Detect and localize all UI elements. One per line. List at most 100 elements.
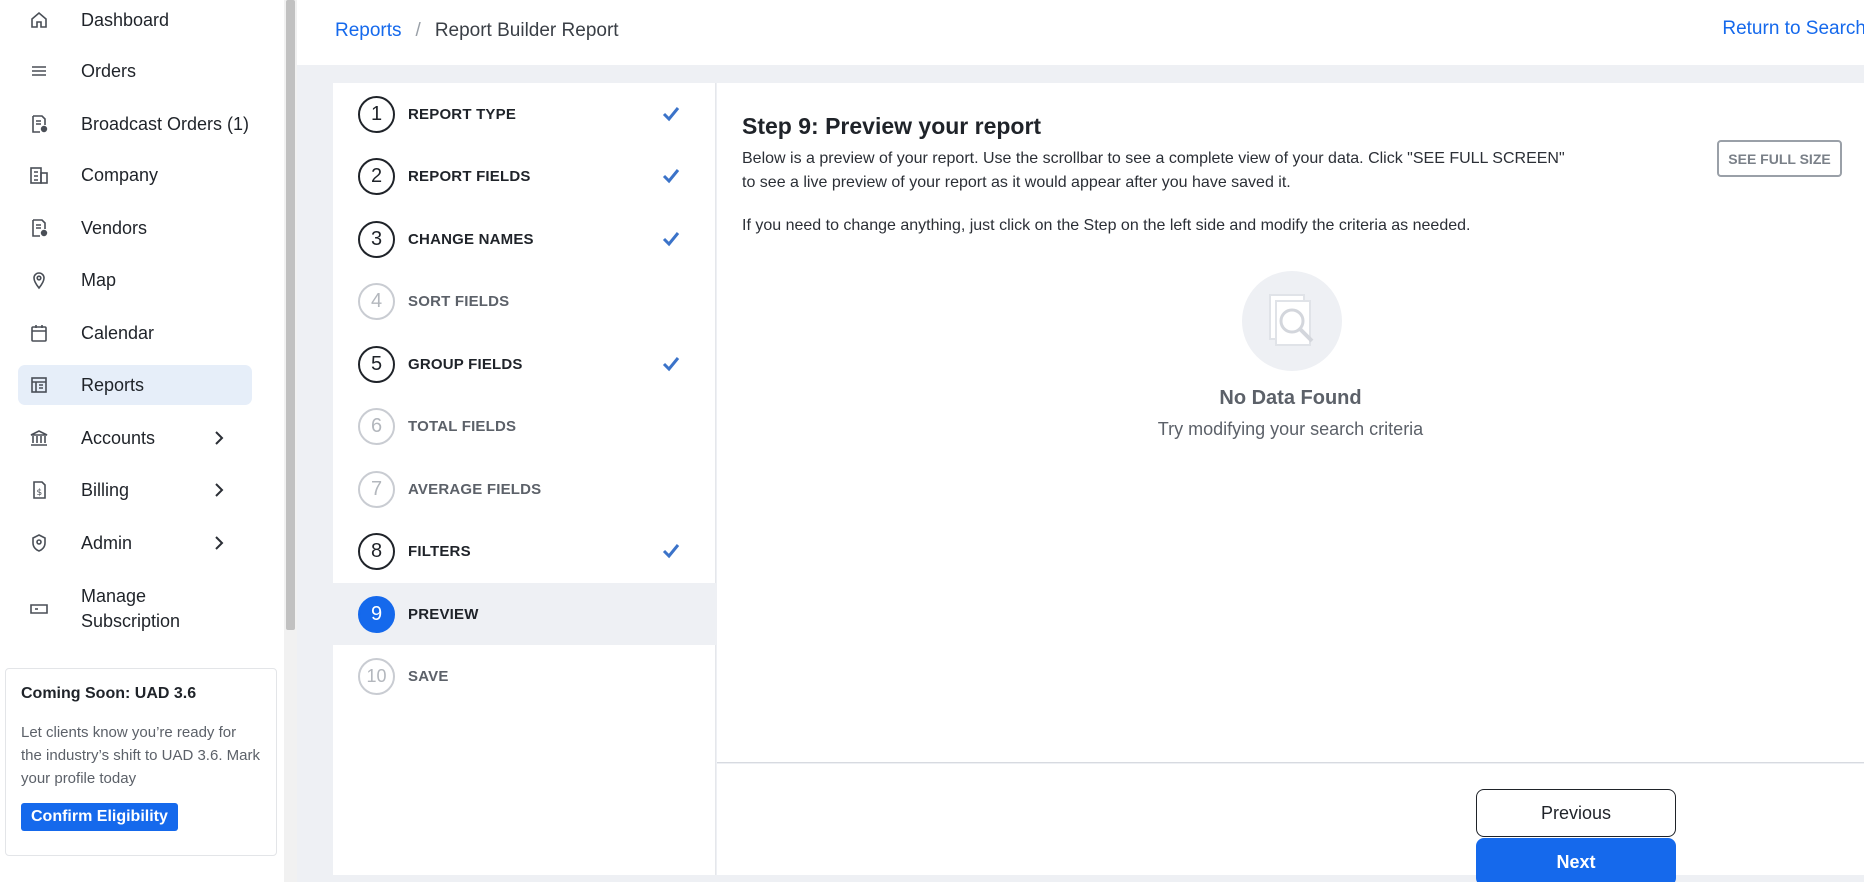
sidebar-item-label: Accounts: [81, 427, 156, 448]
promo-text: Let clients know you’re ready for the in…: [21, 724, 260, 787]
step-label: PREVIEW: [408, 605, 479, 623]
sidebar-item-broadcast-orders[interactable]: Broadcast Orders (1): [18, 104, 252, 144]
step-total-fields[interactable]: 6 TOTAL FIELDS: [333, 395, 716, 457]
no-data-title: No Data Found: [1219, 387, 1362, 409]
sidebar-item-label: Broadcast Orders (1): [81, 113, 250, 134]
checkmark-icon: [661, 229, 681, 249]
step-label: SAVE: [408, 667, 449, 685]
step-label: REPORT TYPE: [408, 105, 517, 123]
sidebar-item-label: Dashboard: [81, 9, 170, 30]
step-number: 1: [358, 95, 395, 133]
step-label: TOTAL FIELDS: [408, 417, 517, 435]
checkmark-icon: [661, 166, 681, 186]
step-number: 8: [358, 532, 395, 570]
sidebar-item-admin[interactable]: Admin: [18, 523, 252, 563]
step-preview[interactable]: 9 PREVIEW: [333, 583, 716, 645]
checkmark-icon: [661, 354, 681, 374]
top-bar: Reports / Report Builder Report Return t…: [297, 0, 1864, 65]
step-number: 5: [358, 345, 395, 383]
vendor-document-icon: [28, 217, 50, 239]
label-line2: Subscription: [81, 611, 181, 631]
step-report-type[interactable]: 1 REPORT TYPE: [333, 83, 716, 145]
sidebar-item-orders[interactable]: Orders: [18, 51, 252, 91]
label-line1: Manage: [81, 586, 147, 606]
sidebar-item-vendors[interactable]: Vendors: [18, 208, 252, 248]
sidebar-item-label: Admin: [81, 532, 133, 553]
see-full-size-button[interactable]: SEE FULL SIZE: [1717, 140, 1842, 177]
home-icon: [28, 9, 50, 31]
step-average-fields[interactable]: 7 AVERAGE FIELDS: [333, 458, 716, 520]
sidebar-item-label: Vendors: [81, 217, 148, 238]
sidebar-item-dashboard[interactable]: Dashboard: [18, 0, 252, 40]
preview-description: Below is a preview of your report. Use t…: [742, 150, 1565, 191]
bank-icon: [28, 427, 50, 449]
step-save[interactable]: 10 SAVE: [333, 645, 716, 707]
chevron-right-icon[interactable]: [208, 479, 230, 501]
scrollbar-thumb[interactable]: [286, 0, 295, 630]
step-label: SORT FIELDS: [408, 292, 510, 310]
promo-card: Coming Soon: UAD 3.6 Let clients know yo…: [5, 668, 277, 856]
ticket-icon: [28, 598, 50, 620]
step-number: 2: [358, 157, 395, 195]
step-number: 4: [358, 282, 395, 320]
step-group-fields[interactable]: 5 GROUP FIELDS: [333, 333, 716, 395]
no-data-subtitle: Try modifying your search criteria: [1157, 419, 1424, 439]
step-change-names[interactable]: 3 CHANGE NAMES: [333, 208, 716, 270]
wizard-footer: Previous Next: [717, 764, 1864, 882]
sidebar-item-manage-subscription[interactable]: Manage Subscription: [18, 583, 252, 635]
promo-title: Coming Soon: UAD 3.6: [21, 685, 197, 702]
previous-button[interactable]: Previous: [1476, 789, 1676, 837]
sidebar-item-accounts[interactable]: Accounts: [18, 418, 252, 458]
checkmark-icon: [661, 541, 681, 561]
sidebar-item-label: Map: [81, 269, 117, 290]
building-icon: [28, 164, 50, 186]
page-title: Step 9: Preview your report: [742, 113, 1042, 139]
sidebar-item-label: Company: [81, 164, 159, 185]
step-label: REPORT FIELDS: [408, 167, 531, 185]
checkmark-icon: [661, 104, 681, 124]
step-filters[interactable]: 8 FILTERS: [333, 520, 716, 582]
step-number: 10: [358, 657, 395, 695]
reports-icon: [28, 374, 50, 396]
breadcrumb-reports-link[interactable]: Reports: [335, 20, 402, 42]
sidebar-item-company[interactable]: Company: [18, 155, 252, 195]
chevron-right-icon[interactable]: [208, 427, 230, 449]
step-number: 3: [358, 220, 395, 258]
next-button[interactable]: Next: [1476, 838, 1676, 882]
step-number: 9: [358, 595, 395, 633]
step-report-fields[interactable]: 2 REPORT FIELDS: [333, 145, 716, 207]
step-label: CHANGE NAMES: [408, 230, 534, 248]
step-number: 7: [358, 470, 395, 508]
calendar-icon: [28, 322, 50, 344]
sidebar-item-reports[interactable]: Reports: [18, 365, 252, 405]
step-label: GROUP FIELDS: [408, 355, 523, 373]
steps-panel: 1 REPORT TYPE 2 REPORT FIELDS 3 CHANGE N…: [333, 83, 716, 875]
sidebar-item-billing[interactable]: $ Billing: [18, 470, 252, 510]
broadcast-document-icon: [28, 113, 50, 135]
sidebar-item-label: Reports: [81, 374, 145, 395]
sidebar: Dashboard Orders Broadcast Orders (1) Co…: [0, 0, 284, 882]
sidebar-item-label: Calendar: [81, 322, 155, 343]
confirm-eligibility-button[interactable]: Confirm Eligibility: [21, 803, 178, 831]
return-to-search-link[interactable]: Return to Search: [1722, 18, 1864, 40]
sidebar-scrollbar[interactable]: [284, 0, 297, 882]
shield-icon: [28, 532, 50, 554]
sidebar-item-label: Billing: [81, 479, 130, 500]
sidebar-item-calendar[interactable]: Calendar: [18, 313, 252, 353]
step-label: AVERAGE FIELDS: [408, 480, 542, 498]
breadcrumb-current: Report Builder Report: [434, 20, 619, 41]
step-sort-fields[interactable]: 4 SORT FIELDS: [333, 270, 716, 332]
no-data-icon: [1242, 271, 1342, 371]
list-icon: [28, 60, 50, 82]
breadcrumb: Reports / Report Builder Report: [335, 20, 619, 42]
svg-text:$: $: [37, 488, 43, 498]
sidebar-item-map[interactable]: Map: [18, 260, 252, 300]
step-label: FILTERS: [408, 542, 471, 560]
chevron-right-icon[interactable]: [208, 532, 230, 554]
billing-icon: $: [28, 479, 50, 501]
map-pin-icon: [28, 269, 50, 291]
sidebar-item-label: Orders: [81, 60, 137, 81]
step-number: 6: [358, 407, 395, 445]
breadcrumb-separator: /: [415, 20, 421, 41]
preview-content: Step 9: Preview your report Below is a p…: [717, 83, 1864, 763]
